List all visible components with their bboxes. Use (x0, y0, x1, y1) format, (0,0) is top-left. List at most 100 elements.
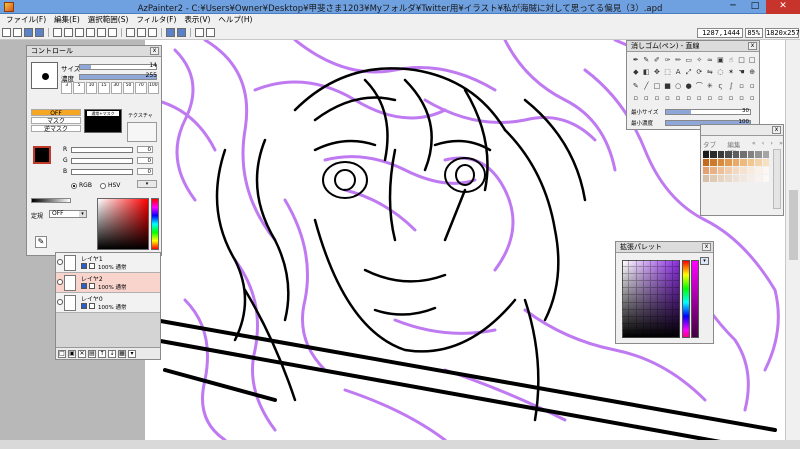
undo-icon[interactable] (166, 28, 175, 37)
zoom-reset-icon[interactable] (148, 28, 157, 37)
airbrush-icon[interactable]: ✑ (663, 56, 673, 65)
extended-palette-cell[interactable] (622, 274, 630, 282)
density-slider[interactable]: 濃度 255 (61, 72, 159, 83)
extended-palette-cell[interactable] (665, 330, 673, 338)
palette-swatch[interactable] (762, 167, 769, 174)
sub-tool-icon[interactable]: ▫ (652, 94, 662, 103)
visibility-icon[interactable] (57, 299, 63, 305)
sub-tool-icon[interactable]: ▫ (737, 94, 747, 103)
palette-swatch[interactable] (710, 175, 717, 182)
b-value[interactable]: 0 (137, 168, 153, 175)
layer-row-selected[interactable]: レイヤ2 100% 通常 (56, 273, 160, 293)
extended-palette-cell[interactable] (643, 309, 651, 317)
menu-filter[interactable]: フィルタ(F) (132, 14, 180, 26)
extended-palette-cell[interactable] (622, 288, 630, 296)
extended-palette-cell[interactable] (622, 260, 630, 268)
size-track[interactable] (79, 64, 157, 70)
extended-palette-grid[interactable] (622, 260, 680, 338)
preview-toggle-icon[interactable] (108, 28, 117, 37)
scale-icon[interactable]: ⤢ (684, 68, 694, 77)
layer-toggle-icon[interactable] (75, 28, 84, 37)
extended-palette-cell[interactable] (636, 323, 644, 331)
extended-palette-cell[interactable] (643, 288, 651, 296)
min-size-slider[interactable]: 最小サイズ 30 (631, 108, 757, 116)
extended-palette-cell[interactable] (636, 267, 644, 275)
palette-swatch[interactable] (717, 175, 725, 182)
redo-icon[interactable] (177, 28, 186, 37)
grayscale-strip[interactable] (31, 198, 71, 203)
extended-palette-cell[interactable] (636, 295, 644, 303)
fill-ellipse-icon[interactable]: ● (684, 82, 694, 91)
free-line-icon[interactable]: ✎ (631, 82, 641, 91)
sub-tool-icon[interactable]: ▫ (726, 94, 736, 103)
palette-swatch[interactable] (710, 151, 717, 158)
sub-tool-icon[interactable]: ▫ (694, 94, 704, 103)
tool-option-icon[interactable]: □ (737, 56, 747, 65)
palette-swatch[interactable] (703, 175, 710, 182)
pencil-icon[interactable]: ✎ (642, 56, 652, 65)
spline-icon[interactable]: ς (716, 82, 726, 91)
extended-palette-cell[interactable] (672, 274, 680, 282)
extended-palette-cell[interactable] (629, 302, 637, 310)
extended-palette-cell[interactable] (665, 295, 673, 303)
extended-palette-cell[interactable] (665, 281, 673, 289)
extended-palette-close-button[interactable]: x (702, 243, 711, 251)
extended-palette-cell[interactable] (643, 281, 651, 289)
visibility-icon[interactable] (57, 279, 63, 285)
extended-palette-cell[interactable] (629, 323, 637, 331)
save-as-icon[interactable] (35, 28, 44, 37)
extended-palette-cell[interactable] (651, 260, 659, 268)
layer-lock-checkbox[interactable] (81, 283, 87, 289)
palette-swatch[interactable] (747, 151, 755, 158)
flip-icon[interactable] (195, 28, 204, 37)
merge-layer-icon[interactable]: ▤ (88, 350, 96, 358)
layer-settings-icon[interactable]: ▦ (118, 350, 126, 358)
palette-swatch[interactable] (710, 167, 717, 174)
size-preset[interactable]: 100 (147, 82, 159, 94)
palette-swatch[interactable] (717, 167, 725, 174)
scrollbar-thumb[interactable] (789, 190, 798, 260)
eyedropper-icon[interactable]: ✎ (35, 236, 47, 248)
chevron-down-icon[interactable]: ▾ (700, 257, 709, 265)
extended-palette-cell[interactable] (636, 302, 644, 310)
dot-pen-icon[interactable]: ✧ (694, 56, 704, 65)
stamp-icon[interactable]: ▣ (716, 56, 726, 65)
extended-palette-cell[interactable] (665, 274, 673, 282)
palette-swatch[interactable] (732, 167, 740, 174)
panel-toggle-icon[interactable] (64, 28, 73, 37)
palette-swatch[interactable] (725, 151, 732, 158)
extended-palette-cell[interactable] (629, 260, 637, 268)
text-icon[interactable]: A (673, 68, 683, 77)
g-value[interactable]: 0 (137, 157, 153, 164)
size-preset[interactable]: 10 (85, 82, 98, 94)
extended-palette-cell[interactable] (651, 316, 659, 324)
extended-palette-cell[interactable] (629, 309, 637, 317)
extended-palette-cell[interactable] (651, 323, 659, 331)
sub-tool-icon[interactable]: ▫ (642, 94, 652, 103)
extended-palette-cell[interactable] (629, 316, 637, 324)
maximize-button[interactable]: □ (744, 0, 766, 14)
pen-icon[interactable]: ✒ (631, 56, 641, 65)
extended-palette-cell[interactable] (636, 288, 644, 296)
extended-palette-cell[interactable] (672, 288, 680, 296)
palette-swatch[interactable] (740, 159, 747, 166)
extended-palette-cell[interactable] (643, 295, 651, 303)
palette-swatch[interactable] (755, 167, 762, 174)
extended-palette-cell[interactable] (651, 295, 659, 303)
palette-swatch[interactable] (703, 151, 710, 158)
marker-icon[interactable]: ✏ (673, 56, 683, 65)
layer-row[interactable]: レイヤ1 100% 通常 (56, 253, 160, 273)
extended-palette-cell[interactable] (643, 274, 651, 282)
palette-swatch[interactable] (732, 175, 740, 182)
mirror-icon[interactable]: ⇋ (705, 68, 715, 77)
extended-palette-cell[interactable] (636, 330, 644, 338)
extended-palette-cell[interactable] (622, 330, 630, 338)
palette-swatch[interactable] (755, 159, 762, 166)
extended-palette-cell[interactable] (622, 316, 630, 324)
extended-palette-cell[interactable] (629, 267, 637, 275)
saturation-value-picker[interactable] (97, 198, 149, 250)
extended-palette-cell[interactable] (651, 281, 659, 289)
extended-palette-cell[interactable] (629, 295, 637, 303)
texture-preview[interactable] (127, 122, 157, 142)
palette-swatch[interactable] (755, 151, 762, 158)
